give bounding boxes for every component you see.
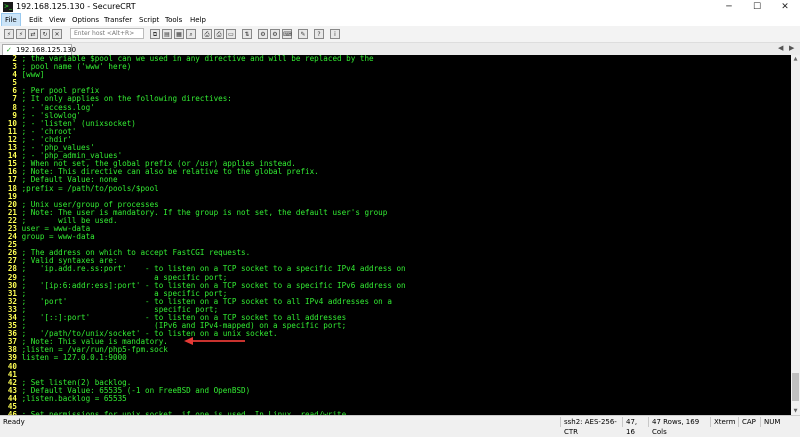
annotation-arrow [184,337,245,345]
window-title: 192.168.125.130 - SecureCRT [16,2,136,11]
terminal-line: 8 ; - 'access.log' [0,103,791,112]
maximize-button[interactable]: ☐ [743,0,771,14]
terminal-line: 23 user = www-data [0,224,791,233]
menu-transfer[interactable]: Transfer [101,14,135,26]
status-cursor: 47, 16 [622,417,648,436]
about-icon[interactable]: i [330,29,340,39]
terminal-line: 10 ; - 'listen' (unixsocket) [0,119,791,128]
connect-tab-icon[interactable]: ⇄ [28,29,38,39]
status-cipher: ssh2: AES-256-CTR [560,417,622,436]
tab-next-icon[interactable]: ▶ [789,44,794,52]
terminal-line: 7 ; It only applies on the following dir… [0,95,791,103]
status-term: Xterm [710,417,738,427]
terminal-line: 12 ; - 'chdir' [0,135,791,144]
status-cap: CAP [738,417,760,427]
host-input[interactable] [70,28,144,39]
line-text: group = www-data [17,232,95,242]
print-icon[interactable]: ⎙ [202,29,212,39]
line-text: ;listen.backlog = 65535 [17,393,127,403]
terminal-line: 18 ;prefix = /path/to/pools/$pool [0,183,791,193]
script-icon[interactable]: ✎ [298,29,308,39]
menu-file[interactable]: File [1,13,21,27]
terminal-line: 5 [0,79,791,87]
terminal-output[interactable]: 2 ; the variable $pool can we used in an… [0,55,791,415]
terminal-line: 39 listen = 127.0.0.1:9000 [0,354,791,362]
settings-icon[interactable]: ⚙ [258,29,268,39]
toolbar: ⚡ ⚡ ⇄ ↻ ✕ ⧉ ▤ ▦ ⌕ ⎙ ⎙ ▭ ⇅ ⚙ ⚙ ⌨ ✎ ? i [0,26,800,43]
menu-tools[interactable]: Tools [162,14,185,26]
status-num: NUM [760,417,800,427]
menu-bar: File Edit View Options Transfer Script T… [0,13,800,27]
copy-paste-icon[interactable]: ▦ [174,29,184,39]
help-icon[interactable]: ? [314,29,324,39]
terminal-line: 21 ; Note: The user is mandatory. If the… [0,208,791,217]
tab-prev-icon[interactable]: ◀ [778,44,783,52]
terminal-line: 11 ; - 'chroot' [0,127,791,136]
quick-connect-icon[interactable]: ⚡ [16,29,26,39]
find-icon[interactable]: ⌕ [186,29,196,39]
copy-icon[interactable]: ⧉ [150,29,160,39]
minimize-button[interactable]: ─ [715,0,743,14]
tab-bar: ✓ 192.168.125.130 ◀ ▶ [0,43,800,55]
title-bar: >_ 192.168.125.130 - SecureCRT ─ ☐ ✕ [0,0,800,14]
scroll-down-icon[interactable]: ▼ [791,407,800,415]
scroll-up-icon[interactable]: ▲ [791,55,800,63]
menu-script[interactable]: Script [136,14,162,26]
menu-edit[interactable]: Edit [26,14,46,26]
terminal-line: 40 [0,362,791,371]
print-setup-icon[interactable]: ⎙ [214,29,224,39]
terminal-line: 44 ;listen.backlog = 65535 [0,393,791,403]
paste-icon[interactable]: ▤ [162,29,172,39]
terminal-line: 3 ; pool name ('www' here) [0,62,791,71]
terminal-line: 16 ; Note: This directive can also be re… [0,168,791,176]
global-options-icon[interactable]: ⚙ [270,29,280,39]
vertical-scrollbar[interactable]: ▲ ▼ [791,55,800,415]
terminal-line: 26 ; The address on which to accept Fast… [0,249,791,257]
close-button[interactable]: ✕ [771,0,799,14]
sftp-icon[interactable]: ⇅ [242,29,252,39]
terminal-line: 4 [www] [0,71,791,79]
line-text: listen = 127.0.0.1:9000 [17,353,127,363]
menu-options[interactable]: Options [69,14,102,26]
status-ready: Ready [3,418,25,426]
line-text: ;prefix = /path/to/pools/$pool [17,183,159,193]
reconnect-icon[interactable]: ↻ [40,29,50,39]
scroll-thumb[interactable] [792,373,799,401]
status-size: 47 Rows, 169 Cols [648,417,710,436]
status-bar: Ready ssh2: AES-256-CTR 47, 16 47 Rows, … [0,415,800,436]
terminal-line: 24 group = www-data [0,232,791,242]
keymap-icon[interactable]: ⌨ [282,29,292,39]
line-text: [www] [17,70,45,80]
connect-icon[interactable]: ⚡ [4,29,14,39]
securecrt-icon[interactable]: >_ [3,2,13,12]
menu-help[interactable]: Help [187,14,209,26]
page-setup-icon[interactable]: ▭ [226,29,236,39]
menu-view[interactable]: View [46,14,69,26]
disconnect-icon[interactable]: ✕ [52,29,62,39]
tab-session[interactable]: ✓ 192.168.125.130 [2,44,76,55]
terminal-line: 22 ; will be used. [0,216,791,225]
